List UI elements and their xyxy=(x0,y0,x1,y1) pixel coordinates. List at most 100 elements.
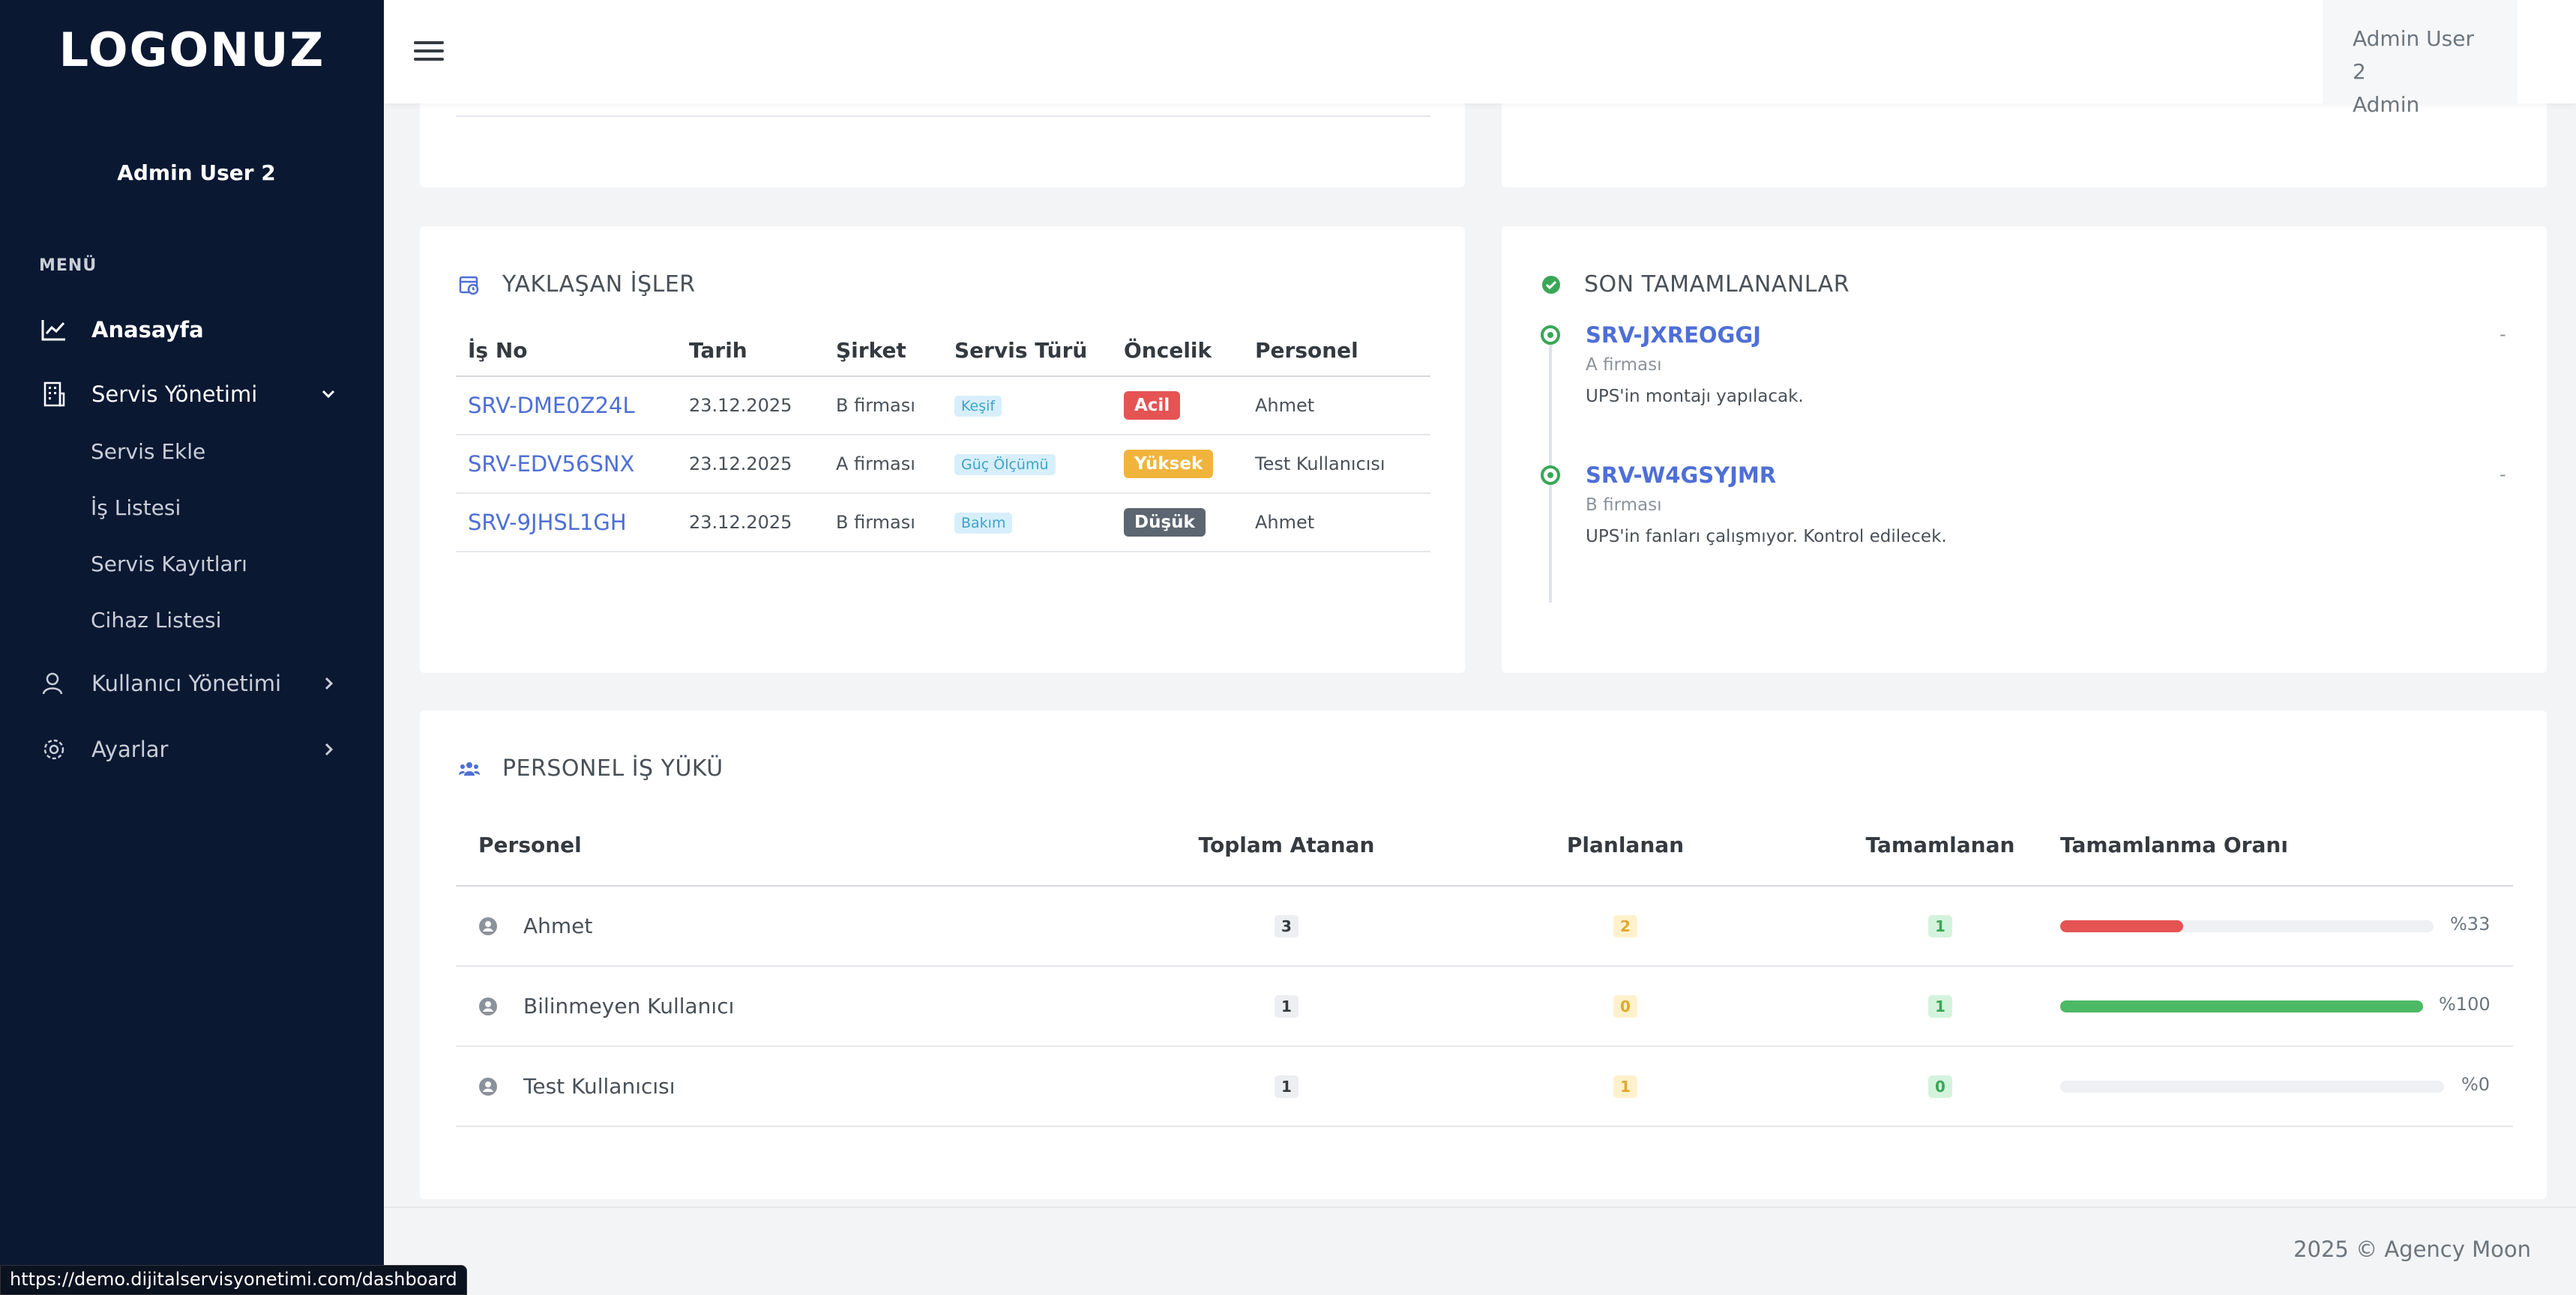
sidebar-item-label: Ayarlar xyxy=(91,737,169,762)
header-user-menu[interactable]: Admin User 2 Admin xyxy=(2323,0,2518,117)
job-company: A firması xyxy=(836,453,915,474)
workload-header-row: Personel Toplam Atanan Planlanan Tamamla… xyxy=(456,821,2513,887)
completed-job-description: UPS'in montajı yapılacak. xyxy=(1586,387,1804,406)
col-header[interactable]: Personel xyxy=(478,833,582,857)
col-header[interactable]: Öncelik xyxy=(1123,325,1254,376)
building-icon xyxy=(39,379,69,409)
sidebar-item-ayarlar[interactable]: Ayarlar xyxy=(39,727,346,772)
timeline-item: SRV-W4GSYJMR B firması UPS'in fanları ça… xyxy=(1586,462,1947,546)
user-circle-icon xyxy=(479,997,497,1015)
card-title-text: PERSONEL İŞ YÜKÜ xyxy=(502,755,723,782)
job-staff: Ahmet xyxy=(1255,512,1315,533)
col-header[interactable]: Tarih xyxy=(688,325,835,376)
col-header[interactable]: Planlanan xyxy=(1475,833,1775,857)
recently-completed-card: SON TAMAMLANANLAR xyxy=(1502,226,2547,673)
completed-job-company: A firması xyxy=(1586,355,1662,375)
upcoming-jobs-card: YAKLAŞAN İŞLER İş No Tarih Şirket Servis… xyxy=(420,226,1465,673)
user-icon xyxy=(39,668,69,698)
completed-badge: 0 xyxy=(1928,1075,1952,1098)
job-link[interactable]: SRV-9JHSL1GH xyxy=(468,510,627,535)
sidebar-subitem-servis-ekle[interactable]: Servis Ekle xyxy=(91,439,205,464)
sidebar-item-kullanici-yonetimi[interactable]: Kullanıcı Yönetimi xyxy=(39,661,346,706)
logo[interactable]: LOGONUZ xyxy=(0,22,384,77)
sidebar-item-servis-yonetimi[interactable]: Servis Yönetimi xyxy=(39,372,346,417)
completed-badge: 1 xyxy=(1928,995,1952,1018)
upcoming-jobs-title: YAKLAŞAN İŞLER xyxy=(457,271,696,298)
upcoming-jobs-table: İş No Tarih Şirket Servis Türü Öncelik P… xyxy=(456,325,1430,552)
priority-badge: Acil xyxy=(1124,391,1181,420)
table-row: SRV-DME0Z24L 23.12.2025 B firması Keşif … xyxy=(456,376,1430,435)
col-header[interactable]: Tamamlanan xyxy=(1790,833,2090,857)
browser-status-url: https://demo.dijitalservisyonetimi.com/d… xyxy=(0,1265,467,1295)
completed-badge: 1 xyxy=(1928,915,1952,938)
col-header[interactable]: İş No xyxy=(456,325,688,376)
total-assigned-badge: 1 xyxy=(1275,1075,1298,1098)
users-icon xyxy=(457,757,481,781)
header-user-name: Admin User 2 xyxy=(2353,26,2474,84)
footer-copyright: 2025 © Agency Moon xyxy=(2293,1237,2531,1262)
col-header[interactable]: Tamamlanma Oranı xyxy=(2060,833,2288,857)
planned-badge: 2 xyxy=(1613,915,1637,938)
completion-rate-label: %100 xyxy=(2439,994,2491,1015)
staff-name: Bilinmeyen Kullanıcı xyxy=(523,994,735,1018)
sidebar-user-name: Admin User 2 xyxy=(117,160,276,185)
gear-icon xyxy=(39,734,69,764)
job-company: B firması xyxy=(836,512,915,533)
job-staff: Ahmet xyxy=(1255,395,1315,416)
completed-job-link[interactable]: SRV-JXREOGGJ xyxy=(1586,322,1804,348)
sidebar-item-label: Servis Yönetimi xyxy=(91,381,258,407)
divider xyxy=(456,115,1430,117)
chevron-right-icon xyxy=(325,677,334,690)
sidebar: LOGONUZ Admin User 2 MENÜ Anasayfa Servi… xyxy=(0,0,384,1295)
total-assigned-badge: 3 xyxy=(1275,915,1298,938)
sidebar-subitem-is-listesi[interactable]: İş Listesi xyxy=(91,495,181,520)
top-header: Admin User 2 Admin xyxy=(384,0,2576,117)
total-assigned-badge: 1 xyxy=(1275,995,1298,1018)
sidebar-subitem-servis-kayitlari[interactable]: Servis Kayıtları xyxy=(91,552,247,576)
timeline-dot xyxy=(1541,465,1560,485)
completion-progress-bar xyxy=(2060,920,2434,932)
check-circle-icon xyxy=(1539,273,1563,297)
job-company: B firması xyxy=(836,395,915,416)
timeline-item: SRV-JXREOGGJ A firması UPS'in montajı ya… xyxy=(1586,322,1804,406)
calendar-clock-icon xyxy=(457,273,481,297)
chevron-right-icon xyxy=(325,743,334,756)
completed-job-meta: - xyxy=(2500,324,2506,345)
job-date: 23.12.2025 xyxy=(689,453,792,474)
job-link[interactable]: SRV-EDV56SNX xyxy=(468,451,634,477)
completion-progress-fill xyxy=(2060,1000,2423,1012)
user-circle-icon xyxy=(479,1078,497,1096)
staff-name: Test Kullanıcısı xyxy=(523,1074,675,1099)
sidebar-item-label: Kullanıcı Yönetimi xyxy=(91,671,282,696)
timeline-dot xyxy=(1541,325,1560,345)
header-user-role: Admin xyxy=(2353,92,2420,117)
card-title-text: YAKLAŞAN İŞLER xyxy=(502,271,696,298)
completed-job-meta: - xyxy=(2500,464,2506,485)
hamburger-menu-icon[interactable] xyxy=(414,41,444,64)
job-date: 23.12.2025 xyxy=(689,512,792,533)
table-row: Ahmet 3 2 1 %33 xyxy=(456,887,2513,967)
job-date: 23.12.2025 xyxy=(689,395,792,416)
table-row: SRV-9JHSL1GH 23.12.2025 B firması Bakım … xyxy=(456,493,1430,552)
completed-job-company: B firması xyxy=(1586,495,1662,515)
chart-line-icon xyxy=(39,315,69,345)
table-row: Bilinmeyen Kullanıcı 1 0 1 %100 xyxy=(456,967,2513,1047)
table-row: Test Kullanıcısı 1 1 0 %0 xyxy=(456,1047,2513,1127)
completion-progress-bar xyxy=(2060,1081,2444,1093)
completion-progress-fill xyxy=(2060,920,2184,932)
sidebar-subitem-cihaz-listesi[interactable]: Cihaz Listesi xyxy=(91,608,221,633)
col-header[interactable]: Şirket xyxy=(835,325,954,376)
sidebar-item-label: Anasayfa xyxy=(91,317,204,342)
col-header[interactable]: Toplam Atanan xyxy=(1137,833,1436,857)
user-circle-icon xyxy=(479,917,497,935)
col-header[interactable]: Personel xyxy=(1254,325,1430,376)
staff-name: Ahmet xyxy=(523,914,593,938)
sidebar-item-anasayfa[interactable]: Anasayfa xyxy=(39,307,346,352)
job-link[interactable]: SRV-DME0Z24L xyxy=(468,393,635,418)
priority-badge: Yüksek xyxy=(1124,450,1214,478)
completed-job-link[interactable]: SRV-W4GSYJMR xyxy=(1586,462,1947,488)
col-header[interactable]: Servis Türü xyxy=(954,325,1123,376)
staff-workload-title: PERSONEL İŞ YÜKÜ xyxy=(457,755,723,782)
table-row: SRV-EDV56SNX 23.12.2025 A firması Güç Öl… xyxy=(456,435,1430,493)
service-type-badge: Bakım xyxy=(954,513,1013,534)
